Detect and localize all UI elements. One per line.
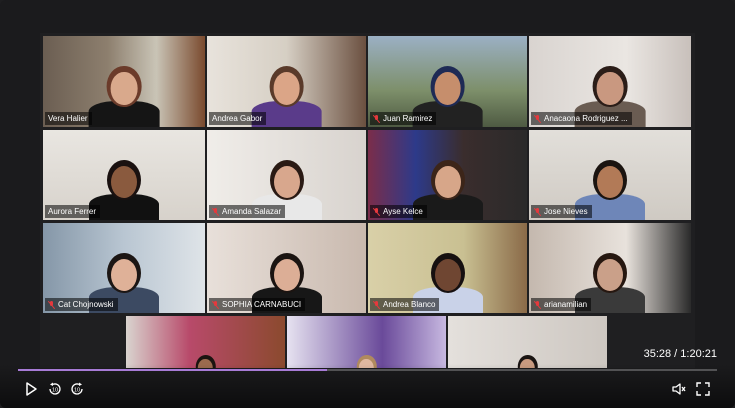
participant-tile: Aurora Ferrer [43, 130, 205, 220]
fullscreen-button[interactable] [694, 380, 712, 398]
participant-name-label: Jose Nieves [531, 205, 592, 218]
participant-name-label: arianamilian [531, 298, 592, 311]
participant-tile: Cat Chojnowski [43, 223, 205, 313]
volume-button[interactable] [670, 380, 688, 398]
participant-name-label: Andrea Blanco [370, 298, 440, 311]
participant-name: Ayse Kelce [383, 207, 423, 216]
participant-tile [287, 316, 446, 368]
mic-muted-icon [212, 300, 219, 309]
play-button[interactable] [22, 380, 40, 398]
participant-tile: SOPHIA CARNABUCI [207, 223, 366, 313]
volume-icon [672, 383, 686, 395]
participant-tile: Jose Nieves [529, 130, 691, 220]
participant-name: arianamilian [544, 300, 588, 309]
rewind-10-button[interactable]: 10 [46, 380, 64, 398]
play-icon [26, 382, 37, 396]
time-display: 35:28 / 1:20:21 [643, 348, 717, 360]
participant-name-label: Anacaona Rodriguez ... [531, 112, 632, 125]
mic-muted-icon [373, 207, 380, 216]
participant-name-label: Aurora Ferrer [45, 205, 101, 218]
mic-muted-icon [373, 300, 380, 309]
svg-text:10: 10 [74, 388, 80, 394]
participant-name: Jose Nieves [544, 207, 588, 216]
participant-name-label: Andrea Gabor [209, 112, 267, 125]
participant-name: Andrea Gabor [212, 114, 263, 123]
video-frame: Vera Halier Andrea Gabor Juan Ramirez Anaca… [40, 33, 695, 368]
participant-tile: Juan Ramirez [368, 36, 527, 127]
participant-name: Anacaona Rodriguez ... [544, 114, 628, 123]
mic-muted-icon [534, 114, 541, 123]
participant-name: Amanda Salazar [222, 207, 282, 216]
forward-10-button[interactable]: 10 [68, 380, 86, 398]
participant-tile: Vera Halier [43, 36, 205, 127]
participant-tile: Andrea Blanco [368, 223, 527, 313]
fullscreen-icon [696, 382, 710, 396]
rewind-10-icon: 10 [49, 382, 61, 395]
participant-name-label: Amanda Salazar [209, 205, 286, 218]
mic-muted-icon [534, 207, 541, 216]
participant-name: Vera Halier [48, 114, 88, 123]
participant-name-label: SOPHIA CARNABUCI [209, 298, 306, 311]
svg-text:10: 10 [52, 388, 58, 394]
participant-tile: Amanda Salazar [207, 130, 366, 220]
mic-muted-icon [48, 300, 55, 309]
participant-tile: Anacaona Rodriguez ... [529, 36, 691, 127]
progress-fill [18, 369, 327, 371]
participant-name-label: Ayse Kelce [370, 205, 427, 218]
participant-tile: arianamilian [529, 223, 691, 313]
participant-tile: Ayse Kelce [368, 130, 527, 220]
video-player[interactable]: Vera Halier Andrea Gabor Juan Ramirez Anaca… [0, 0, 735, 408]
mic-muted-icon [212, 207, 219, 216]
participant-tile: Andrea Gabor [207, 36, 366, 127]
participant-name: Andrea Blanco [383, 300, 436, 309]
participant-tile [448, 316, 607, 368]
participant-name: Cat Chojnowski [58, 300, 114, 309]
participant-name: Juan Ramirez [383, 114, 433, 123]
progress-bar[interactable] [18, 369, 717, 371]
participant-name: Aurora Ferrer [48, 207, 97, 216]
participant-name-label: Juan Ramirez [370, 112, 437, 125]
mic-muted-icon [373, 114, 380, 123]
participant-name-label: Vera Halier [45, 112, 92, 125]
forward-10-icon: 10 [71, 382, 83, 395]
participant-video [88, 54, 160, 127]
participant-name: SOPHIA CARNABUCI [222, 300, 302, 309]
participant-tile [126, 316, 285, 368]
participant-name-label: Cat Chojnowski [45, 298, 118, 311]
mic-muted-icon [534, 300, 541, 309]
